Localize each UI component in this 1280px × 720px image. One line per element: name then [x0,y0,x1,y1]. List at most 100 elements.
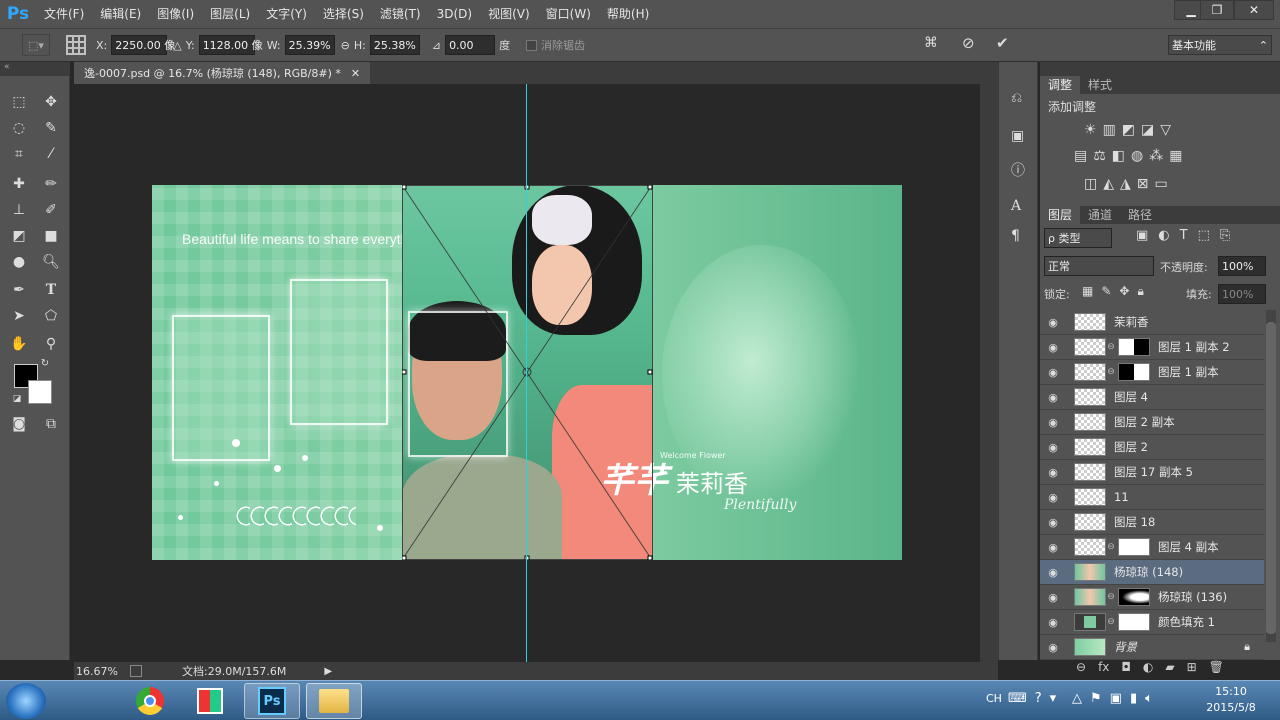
history-brush-icon[interactable]: ✐ [38,198,64,222]
menu-item[interactable]: 滤镜(T) [372,0,429,28]
visibility-eye-icon[interactable]: ◉ [1040,566,1066,579]
x-input[interactable]: 2250.00 像 [111,35,175,55]
threshold-icon[interactable]: ◮ [1120,176,1131,192]
invert-icon[interactable]: ◫ [1084,176,1097,192]
pen-tool-icon[interactable]: ✒ [6,278,32,302]
layers-scroll-thumb[interactable] [1266,322,1276,634]
character-icon[interactable]: A [1011,198,1021,214]
layer-row[interactable]: ◉ 杨琼琼 (148) [1040,560,1264,585]
chrome-taskbar-icon[interactable] [122,683,178,719]
close-button[interactable]: ✕ [1234,0,1274,20]
status-icon[interactable] [130,665,142,677]
fx-icon[interactable]: fx [1098,660,1109,674]
document-tab[interactable]: 逸-0007.psd @ 16.7% (杨琼琼 (148), RGB/8#) *… [74,62,371,84]
selective-color-icon[interactable]: ⊠ [1137,176,1149,192]
layer-row[interactable]: ◉ ⊖ 杨琼琼 (136) [1040,585,1264,610]
fill-input[interactable]: 100% [1218,284,1266,304]
layer-row[interactable]: ◉ 图层 17 副本 5 [1040,460,1264,485]
mask-link-icon[interactable]: ⊖ [1106,617,1116,627]
vertical-scrollbar[interactable] [980,84,998,662]
color-balance-icon[interactable]: ⚖ [1093,148,1106,164]
marquee-tool-icon[interactable]: ⬚ [6,90,32,114]
link-icon[interactable]: ⊖ [341,39,350,52]
new-group-icon[interactable]: ▰ [1165,660,1174,674]
lock-all-icon[interactable]: 🔒︎ [1137,284,1143,299]
info-icon[interactable]: ⓘ [1011,160,1025,180]
hand-tool-icon[interactable]: ✋ [6,332,32,356]
ime-indicator[interactable]: CH [986,692,1002,705]
black-white-icon[interactable]: ◧ [1112,148,1125,164]
layer-row[interactable]: ◉ 背景 🔒︎ [1040,635,1264,660]
menu-item[interactable]: 文件(F) [36,0,92,28]
quick-select-tool-icon[interactable]: ✎ [38,116,64,140]
visibility-eye-icon[interactable]: ◉ [1040,341,1066,354]
warp-icon[interactable]: ⌘ [924,35,938,51]
type-tool-icon[interactable]: T [38,278,64,302]
toolbar-collapse[interactable]: « [0,62,70,76]
visibility-eye-icon[interactable]: ◉ [1040,491,1066,504]
path-select-icon[interactable]: ➤ [6,304,32,328]
gradient-tool-icon[interactable]: ■ [38,224,64,248]
layer-row[interactable]: ◉ ⊖ 图层 1 副本 [1040,360,1264,385]
add-mask-icon[interactable]: ◘ [1121,660,1131,674]
tab-channels[interactable]: 通道 [1080,206,1120,224]
quick-mask-icon[interactable]: ◙ [6,412,32,436]
curves-icon[interactable]: ◩ [1122,122,1135,138]
antialias-checkbox[interactable] [526,39,538,51]
exposure-icon[interactable]: ◪ [1141,122,1154,138]
new-layer-icon[interactable]: ⊞ [1187,660,1197,674]
layer-mask-thumbnail[interactable] [1118,338,1150,356]
reference-point-icon[interactable] [66,35,86,55]
menu-item[interactable]: 3D(D) [429,0,480,28]
smart-object-filter-icon[interactable]: ⎘ [1220,228,1230,243]
type-filter-icon[interactable]: T [1180,228,1188,243]
layer-row[interactable]: ◉ 图层 2 副本 [1040,410,1264,435]
lock-pixels-icon[interactable]: ✎ [1101,284,1111,299]
network-icon[interactable]: ▮ [1130,691,1137,706]
tab-paths[interactable]: 路径 [1120,206,1160,224]
angle-input[interactable]: 0.00 [445,35,496,55]
layer-row[interactable]: ◉ 茉莉香 [1040,310,1264,335]
visibility-eye-icon[interactable]: ◉ [1040,616,1066,629]
link-layers-icon[interactable]: ⊖ [1076,660,1086,674]
default-colors-icon[interactable]: ◪ [10,392,24,406]
visibility-eye-icon[interactable]: ◉ [1040,541,1066,554]
menu-item[interactable]: 图像(I) [149,0,202,28]
crop-tool-icon[interactable]: ⌗ [6,142,32,166]
hue-saturation-icon[interactable]: ▤ [1074,148,1087,164]
opacity-input[interactable]: 100% [1218,256,1266,276]
guide-line[interactable] [526,84,527,662]
transform-tool-icon[interactable]: ⬚▾ [22,34,50,56]
properties-icon[interactable]: ▣ [1011,128,1024,144]
restore-button[interactable]: ❐ [1200,0,1234,20]
tray-chevron-icon[interactable]: ▾ [1050,691,1057,706]
tab-layers[interactable]: 图层 [1040,206,1081,224]
layer-row[interactable]: ◉ ⊖ 图层 1 副本 2 [1040,335,1264,360]
dodge-tool-icon[interactable]: 🔍︎ [38,250,64,274]
menu-item[interactable]: 视图(V) [480,0,538,28]
workspace-select[interactable]: 基本功能 ⌃ [1168,35,1272,55]
tray-arrow-icon[interactable]: △ [1072,691,1082,706]
new-adjustment-icon[interactable]: ◐ [1143,660,1153,674]
healing-brush-icon[interactable]: ✚ [6,172,32,196]
shape-tool-icon[interactable]: ⬠ [38,304,64,328]
metro-taskbar-icon[interactable] [182,683,238,719]
brush-tool-icon[interactable]: ✏ [38,172,64,196]
layer-mask-thumbnail[interactable] [1118,363,1150,381]
paragraph-icon[interactable]: ¶ [1011,228,1020,244]
brightness-icon[interactable]: ☀ [1084,122,1097,138]
photoshop-taskbar-icon[interactable]: Ps [244,683,300,719]
clock[interactable]: 15:10 2015/5/8 [1196,684,1266,716]
keyboard-icon[interactable]: ⌨ [1008,691,1027,706]
channel-mixer-icon[interactable]: ⁂ [1149,148,1163,164]
help-icon[interactable]: ? [1035,691,1042,706]
mask-link-icon[interactable]: ⊖ [1106,592,1116,602]
visibility-eye-icon[interactable]: ◉ [1040,466,1066,479]
visibility-eye-icon[interactable]: ◉ [1040,416,1066,429]
zoom-tool-icon[interactable]: ⚲ [38,332,64,356]
menu-item[interactable]: 编辑(E) [92,0,149,28]
menu-item[interactable]: 图层(L) [202,0,258,28]
close-tab-icon[interactable]: ✕ [351,67,360,80]
color-lookup-icon[interactable]: ▦ [1169,148,1182,164]
y-input[interactable]: 1128.00 像 [198,35,263,55]
